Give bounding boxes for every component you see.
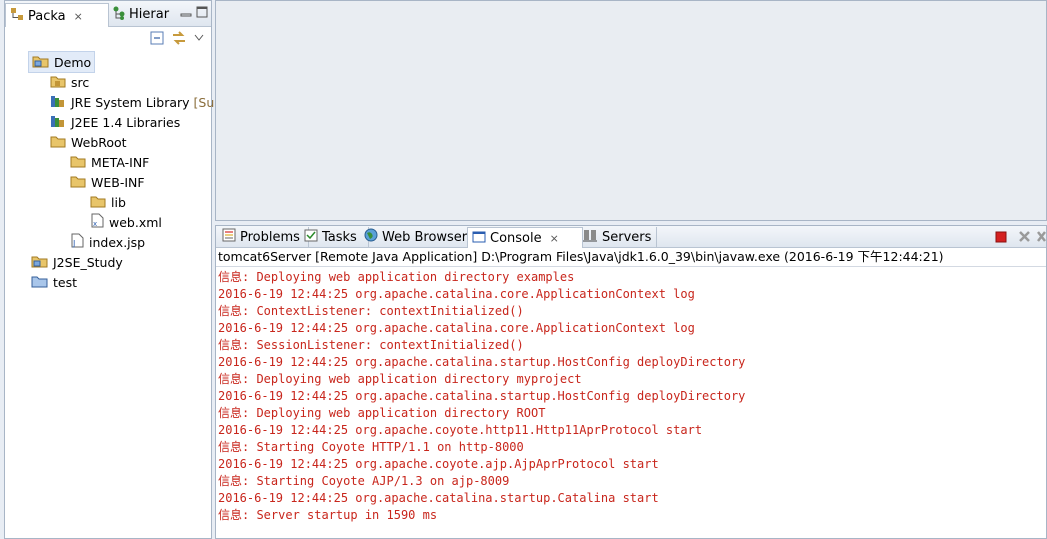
folder-icon [90,194,107,211]
tree-item-label: WEB-INF [91,174,145,190]
console-line: 2016-6-19 12:44:25 org.apache.catalina.s… [218,355,746,369]
xml-file-icon: x [90,213,105,231]
tab-hierarchy[interactable]: Hierar [109,3,181,26]
folder-icon [70,154,87,171]
tree-item-label: META-INF [91,154,150,170]
tree-item-label: index.jsp [89,234,146,250]
tree-item-webroot[interactable]: WebRoot [50,132,127,152]
library-icon [50,114,67,131]
tab-servers-label: Servers [602,229,652,245]
console-line: 信息: Deploying web application directory … [218,406,546,420]
console-line: 信息: Server startup in 1590 ms [218,508,438,522]
console-line: 2016-6-19 12:44:25 org.apache.coyote.ajp… [218,457,659,471]
tab-tasks-label: Tasks [322,229,357,245]
tree-item-label: Demo [54,54,92,70]
editor-area [215,0,1047,221]
closed-project-icon [31,274,49,291]
tree-item-label: test [53,274,78,290]
tree-item-j2ee-library[interactable]: J2EE 1.4 Libraries [50,112,180,132]
tab-hierarchy-label: Hierar [129,7,170,22]
project-icon [32,54,50,71]
jsp-file-icon: J [70,233,85,251]
tree-item-label: web.xml [109,214,162,230]
console-line: 信息: Deploying web application directory … [218,372,582,386]
folder-icon [70,174,87,191]
console-line: 信息: Starting Coyote AJP/1.3 on ajp-8009 [218,474,510,488]
console-icon [472,230,486,248]
tab-console-label: Console [490,231,542,246]
tree-item-label: J2EE 1.4 Libraries [71,114,181,130]
hierarchy-icon [113,6,125,24]
tab-problems-label: Problems [240,229,300,245]
console-line: 信息: Deploying web application directory … [218,270,575,284]
view-menu-icon[interactable] [194,31,204,45]
tree-item-label: WebRoot [71,134,127,150]
tab-servers[interactable]: Servers [578,227,657,247]
folder-icon [50,134,67,151]
tab-package-explorer[interactable]: Packa ⨯ [5,3,109,28]
close-icon[interactable]: ⨯ [550,232,559,245]
library-icon [50,94,67,111]
tab-package-explorer-label: Packa [28,8,66,24]
tree-item-lib[interactable]: lib [90,192,126,212]
project-icon [31,254,49,271]
link-with-editor-icon[interactable] [171,30,187,49]
remove-all-terminated-icon[interactable] [1036,230,1046,246]
tab-console[interactable]: Console ⨯ [467,227,583,249]
console-output[interactable]: 信息: Deploying web application directory … [216,269,1046,537]
tree-item-index-jsp[interactable]: J index.jsp [70,232,145,252]
tree-item-label: JRE System Library [71,94,190,110]
console-line: 信息: SessionListener: contextInitialized(… [218,338,524,352]
left-view-toolbar [5,27,211,49]
console-view-tab-bar: Problems Tasks Web Browser Console ⨯ Ser… [216,226,1046,249]
console-line: 2016-6-19 12:44:25 org.apache.coyote.htt… [218,423,703,437]
left-view-tab-bar: Packa ⨯ Hierar [5,1,211,28]
console-line: 信息: ContextListener: contextInitialized(… [218,304,524,318]
collapse-all-icon[interactable] [150,31,164,48]
console-line: 2016-6-19 12:44:25 org.apache.catalina.c… [218,287,695,301]
maximize-icon[interactable] [196,6,208,18]
tree-item-src[interactable]: src [50,72,89,92]
console-line: 2016-6-19 12:44:25 org.apache.catalina.s… [218,491,659,505]
tree-item-j2se-study[interactable]: J2SE_Study [31,252,123,272]
tab-web-browser[interactable]: Web Browser [360,227,475,247]
console-process-title: tomcat6Server [Remote Java Application] … [216,248,1046,267]
tree-item-label: src [71,74,90,90]
tab-web-browser-label: Web Browser [382,229,468,245]
console-view: Problems Tasks Web Browser Console ⨯ Ser… [215,225,1047,539]
package-explorer-icon [10,7,24,25]
tab-problems[interactable]: Problems [218,227,309,247]
tree-item-meta-inf[interactable]: META-INF [70,152,149,172]
tree-item-demo[interactable]: Demo [28,51,96,73]
console-line: 2016-6-19 12:44:25 org.apache.catalina.s… [218,389,746,403]
tree-item-label: J2SE_Study [53,254,123,270]
package-explorer-view: Packa ⨯ Hierar Demo src JRE System Libra… [4,0,222,539]
tasks-icon [304,228,318,246]
tree-item-jre-library[interactable]: JRE System Library [Sun [50,92,222,112]
servers-icon [582,228,598,246]
source-folder-icon [50,74,67,91]
svg-text:J: J [72,239,75,248]
tab-tasks[interactable]: Tasks [300,227,369,247]
svg-text:x: x [93,220,97,228]
remove-launch-icon[interactable] [1018,230,1031,246]
problems-icon [222,228,236,246]
minimize-icon[interactable] [180,6,192,18]
console-line: 2016-6-19 12:44:25 org.apache.catalina.c… [218,321,695,335]
tree-item-label: lib [111,194,126,210]
tree-item-web-inf[interactable]: WEB-INF [70,172,145,192]
console-line: 信息: Starting Coyote HTTP/1.1 on http-800… [218,440,524,454]
close-icon[interactable]: ⨯ [74,10,83,23]
terminate-icon[interactable] [995,231,1007,246]
tree-item-web-xml[interactable]: x web.xml [90,212,162,232]
tree-item-test[interactable]: test [31,272,77,292]
globe-icon [364,228,378,246]
